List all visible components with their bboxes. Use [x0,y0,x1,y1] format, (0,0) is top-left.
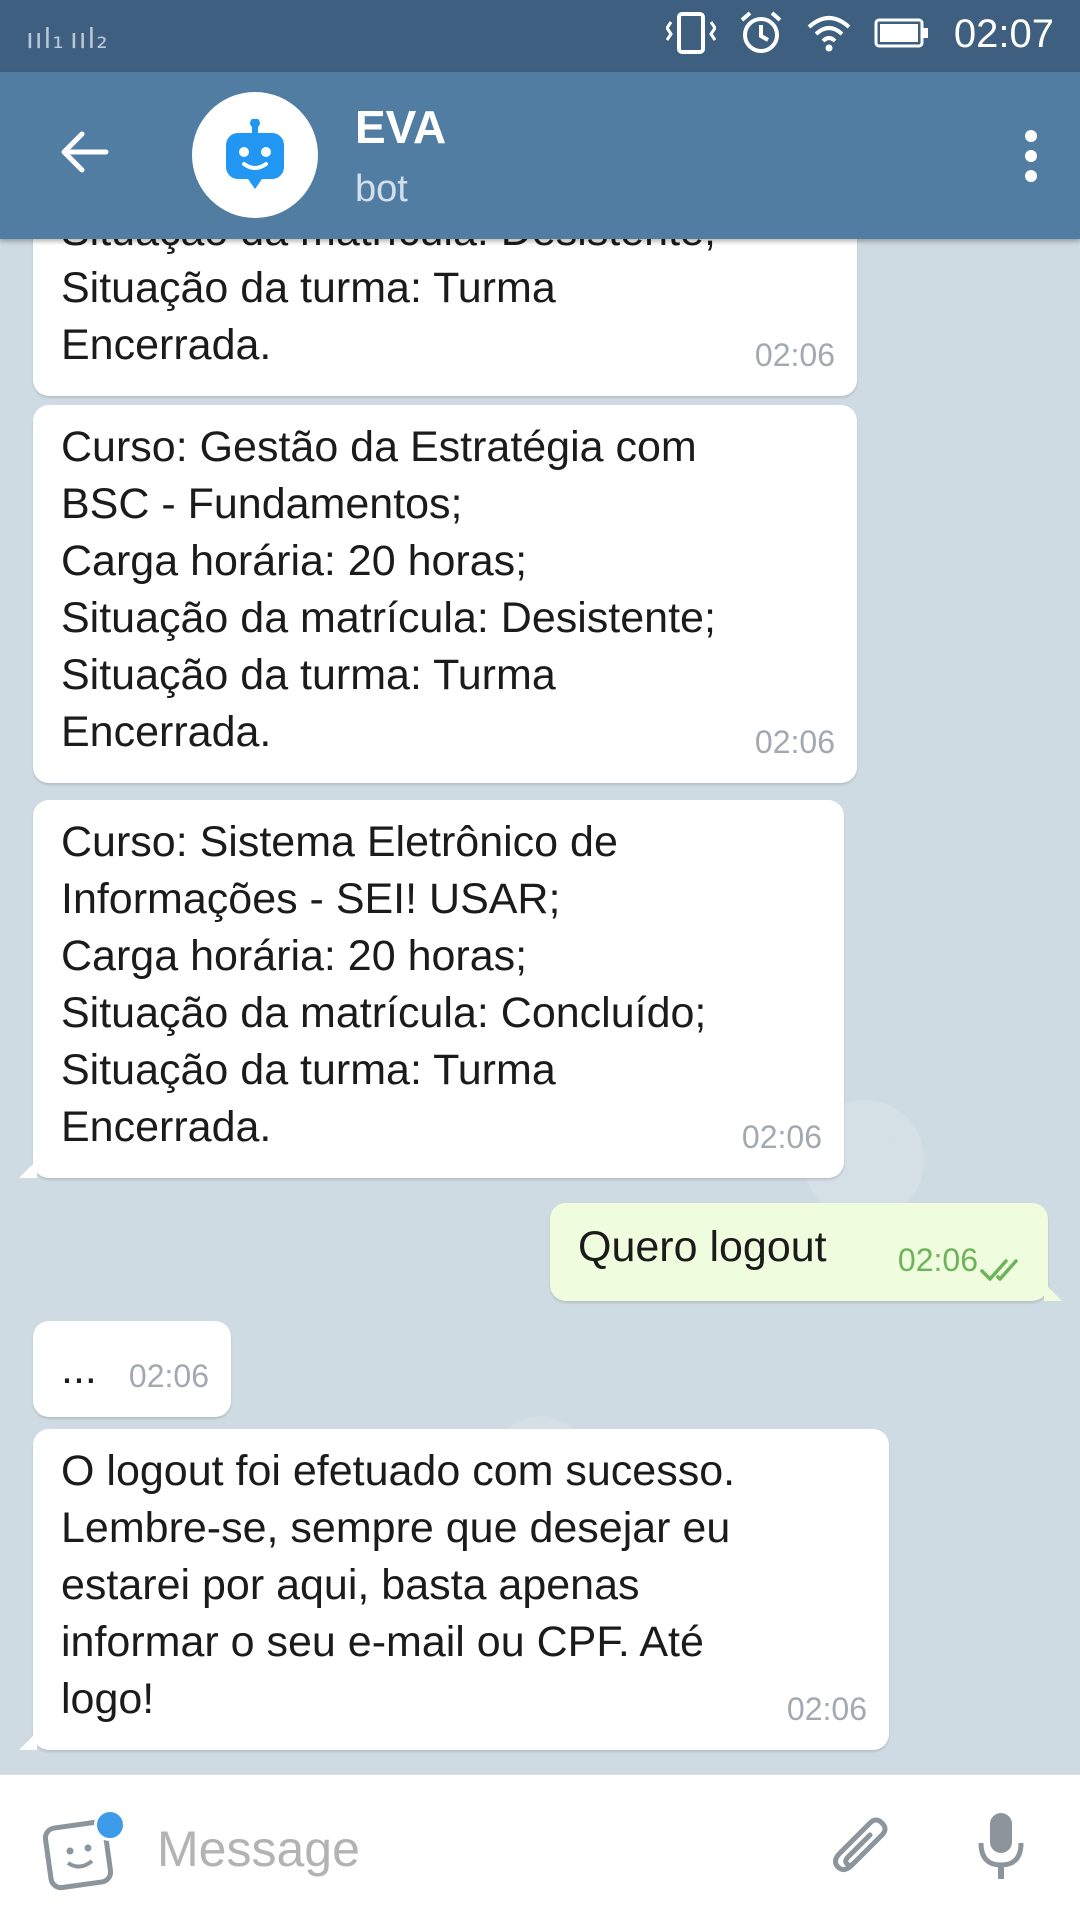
battery-icon [874,18,928,48]
message-text: Quero logout [578,1223,827,1271]
sim2-signal-icon: ııl₂ [70,22,109,55]
message-incoming[interactable]: ... 02:06 [33,1321,231,1417]
more-vertical-icon [1025,130,1037,182]
microphone-icon [978,1813,1024,1879]
chat-title[interactable]: EVA [355,100,446,154]
message-time: 02:06 [754,724,835,760]
chat-subtitle: bot [355,168,408,210]
message-input[interactable] [155,1813,799,1885]
compose-bar [0,1774,1080,1921]
avatar[interactable] [192,92,318,218]
message-text: Curso: Gestão da Estratégia com BSC - Fu… [61,423,716,756]
double-check-icon [980,1259,1018,1281]
status-icons [666,10,930,56]
paperclip-icon [832,1817,888,1873]
message-time: 02:06 [754,337,835,373]
robot-icon [226,119,284,189]
message-text: Situação da matrícula: Desistente; Situa… [61,239,716,369]
message-incoming[interactable]: O logout foi efetuado com sucesso. Lembr… [19,1429,889,1750]
message-list[interactable]: Situação da matrícula: Desistente; Situa… [0,239,1080,1774]
alarm-icon [740,11,782,53]
vibrate-icon [666,12,716,54]
message-incoming[interactable]: Curso: Sistema Eletrônico de Informações… [19,800,844,1178]
back-button[interactable] [58,130,110,178]
message-time: 02:06 [897,1242,978,1278]
wifi-icon [807,16,851,52]
message-incoming[interactable]: Curso: Gestão da Estratégia com BSC - Fu… [33,405,857,783]
message-time: 02:06 [741,1119,822,1155]
chat-header: EVA bot [0,72,1080,239]
new-stickers-badge [94,1809,126,1841]
message-incoming[interactable]: Situação da matrícula: Desistente; Situa… [33,239,857,396]
message-time: 02:06 [786,1691,867,1727]
attach-button[interactable] [828,1813,894,1887]
arrow-left-icon [61,131,109,173]
more-options-button[interactable] [1024,130,1038,186]
message-text: O logout foi efetuado com sucesso. Lembr… [61,1447,736,1723]
voice-message-button[interactable] [976,1811,1026,1887]
message-text: Curso: Sistema Eletrônico de Informações… [61,818,707,1151]
message-time: 02:06 [128,1358,209,1394]
status-bar: ııl₁ ııl₂ 02:07 [0,0,1080,72]
sim1-signal-icon: ııl₁ [26,22,65,55]
clock: 02:07 [953,12,1054,56]
message-outgoing[interactable]: Quero logout 02:06 [550,1203,1062,1301]
